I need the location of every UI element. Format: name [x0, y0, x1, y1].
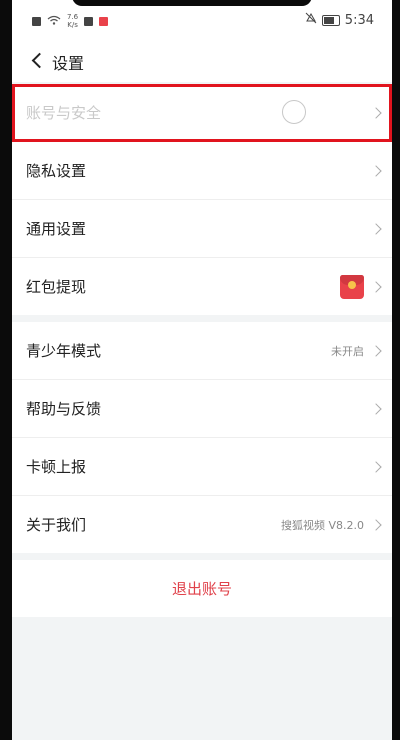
settings-item-label: 通用设置 — [26, 220, 87, 238]
logout-button[interactable]: 退出账号 — [12, 560, 392, 617]
status-right: 5:34 — [305, 12, 374, 28]
chevron-right-icon — [370, 106, 382, 119]
settings-item-label: 隐私设置 — [26, 162, 87, 180]
touch-indicator — [282, 100, 306, 124]
red-envelope-icon — [340, 274, 364, 299]
chevron-right-icon — [370, 402, 382, 415]
teen-mode-status: 未开启 — [331, 344, 364, 358]
mute-icon — [305, 12, 317, 28]
settings-item-label: 关于我们 — [26, 516, 87, 534]
settings-item-label: 红包提现 — [26, 278, 87, 296]
back-button[interactable] — [26, 48, 50, 72]
phone-screen: 7.6 K/s 5:34 设置 账号与安全 隐私设置 通用设置 红包提现 青少年… — [12, 0, 392, 740]
settings-item-teen-mode[interactable]: 青少年模式 未开启 — [12, 322, 392, 380]
settings-group-account: 账号与安全 隐私设置 通用设置 红包提现 — [12, 84, 392, 315]
notification-icon — [84, 16, 94, 26]
settings-item-account-security[interactable]: 账号与安全 — [12, 84, 392, 142]
logout-label: 退出账号 — [171, 580, 232, 598]
app-version: 搜狐视频 V8.2.0 — [280, 518, 364, 532]
network-speed: 7.6 K/s — [67, 13, 78, 29]
header-bar: 设置 — [12, 40, 392, 82]
wifi-icon — [47, 15, 61, 28]
settings-item-label: 卡顿上报 — [26, 458, 87, 476]
battery-icon — [321, 14, 340, 26]
status-bar: 7.6 K/s 5:34 — [12, 0, 392, 40]
settings-item-label: 帮助与反馈 — [26, 400, 102, 418]
camera-notch — [72, 0, 312, 6]
settings-group-general: 青少年模式 未开启 帮助与反馈 卡顿上报 关于我们 搜狐视频 V8.2.0 — [12, 322, 392, 553]
settings-item-red-envelope[interactable]: 红包提现 — [12, 258, 392, 315]
settings-item-help-feedback[interactable]: 帮助与反馈 — [12, 380, 392, 438]
sim-icon — [32, 16, 41, 26]
chevron-right-icon — [370, 460, 382, 473]
settings-item-about[interactable]: 关于我们 搜狐视频 V8.2.0 — [12, 496, 392, 553]
settings-item-label: 账号与安全 — [26, 104, 102, 122]
clock: 5:34 — [344, 12, 374, 28]
status-left: 7.6 K/s — [32, 13, 109, 29]
settings-item-label: 青少年模式 — [26, 342, 102, 360]
page-title: 设置 — [52, 54, 85, 73]
chevron-right-icon — [370, 280, 382, 293]
net-speed-value: 7.6 — [67, 13, 79, 21]
chevron-right-icon — [370, 222, 382, 235]
chevron-right-icon — [370, 518, 382, 531]
app-notification-icon — [99, 16, 109, 26]
chevron-right-icon — [370, 344, 382, 357]
settings-item-general[interactable]: 通用设置 — [12, 200, 392, 258]
settings-item-privacy[interactable]: 隐私设置 — [12, 142, 392, 200]
chevron-right-icon — [370, 164, 382, 177]
settings-item-lag-report[interactable]: 卡顿上报 — [12, 438, 392, 496]
net-speed-unit: K/s — [67, 21, 78, 29]
